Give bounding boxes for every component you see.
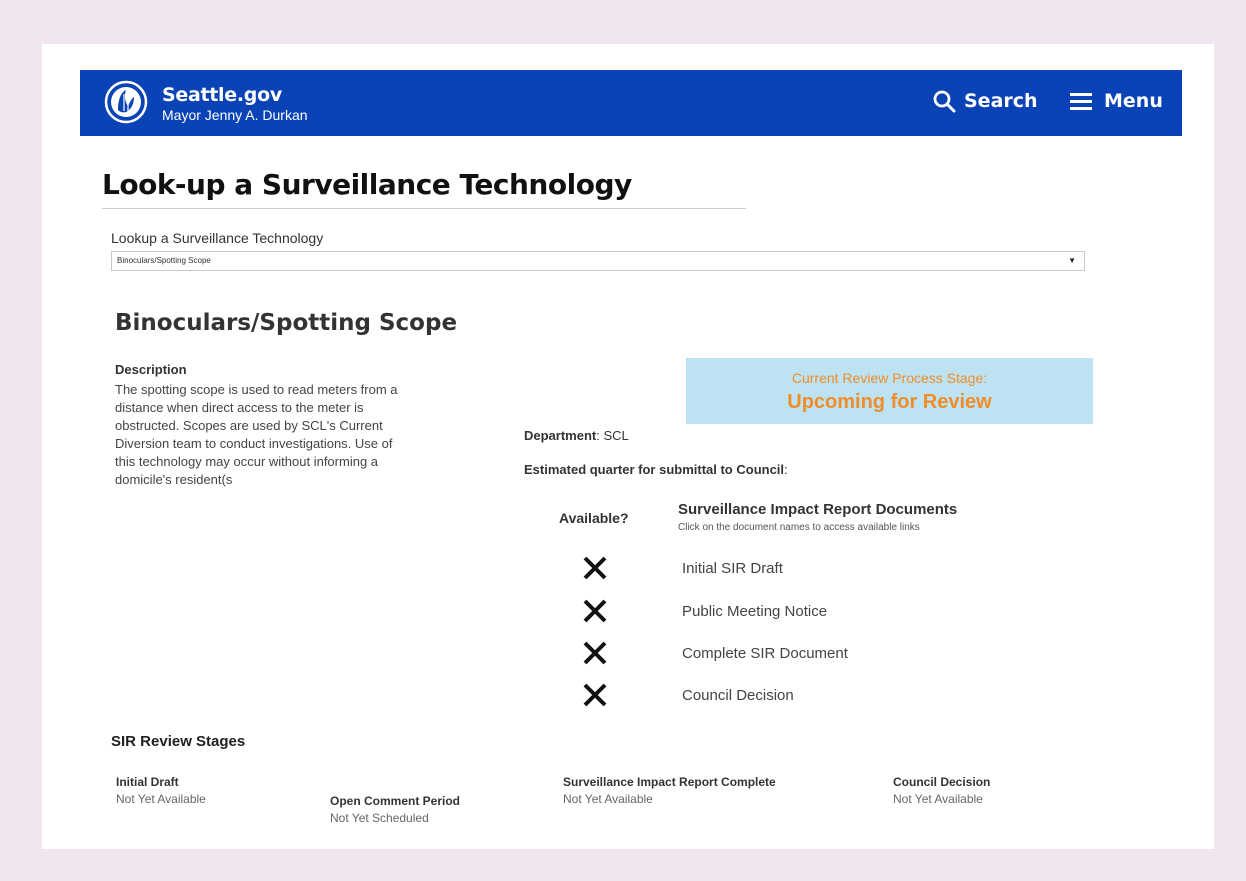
seattle-seal-logo-icon[interactable] <box>104 80 148 124</box>
not-available-x-icon <box>583 556 607 580</box>
documents-header: Surveillance Impact Report Documents <box>678 501 958 518</box>
not-available-x-icon <box>583 599 607 623</box>
stage-status: Not Yet Available <box>893 792 983 806</box>
stage-status: Not Yet Available <box>116 792 206 806</box>
review-stage-label: Current Review Process Stage: <box>791 370 988 386</box>
technology-select-value: Binoculars/Spotting Scope <box>117 256 211 265</box>
review-stage-value: Upcoming for Review <box>787 391 992 413</box>
hamburger-menu-icon <box>1070 93 1092 110</box>
stage-council-decision: Council Decision Not Yet Available <box>893 775 990 806</box>
stage-sir-complete: Surveillance Impact Report Complete Not … <box>563 775 776 806</box>
stage-title: Open Comment Period <box>330 794 461 808</box>
technology-select[interactable]: Binoculars/Spotting Scope ▼ <box>111 251 1085 271</box>
not-available-x-icon <box>583 683 607 707</box>
document-link-initial-sir-draft[interactable]: Initial SIR Draft <box>682 560 783 577</box>
dropdown-caret-icon: ▼ <box>1068 256 1076 265</box>
page-title: Look-up a Surveillance Technology <box>102 168 632 201</box>
review-stages-heading: SIR Review Stages <box>111 733 246 750</box>
quarter-value: : <box>784 462 788 477</box>
department-line: Department: SCL <box>524 428 629 443</box>
menu-button[interactable]: Menu <box>1070 86 1163 116</box>
stage-title: Surveillance Impact Report Complete <box>563 775 776 789</box>
menu-label: Menu <box>1104 90 1163 112</box>
quarter-line: Estimated quarter for submittal to Counc… <box>524 462 788 477</box>
document-link-public-meeting-notice[interactable]: Public Meeting Notice <box>682 603 827 620</box>
stage-open-comment-period: Open Comment Period Not Yet Scheduled <box>330 794 460 825</box>
description-heading: Description <box>115 362 187 377</box>
not-available-x-icon <box>583 641 607 665</box>
department-label: Department <box>524 428 597 443</box>
title-divider <box>102 208 746 209</box>
available-column-header: Available? <box>559 510 629 526</box>
search-label: Search <box>964 90 1038 112</box>
description-text: The spotting scope is used to read meter… <box>115 382 398 487</box>
department-value: : SCL <box>596 428 629 443</box>
documents-subheader: Click on the document names to access av… <box>678 522 920 533</box>
quarter-label: Estimated quarter for submittal to Counc… <box>524 462 785 477</box>
search-icon <box>933 90 956 113</box>
document-link-complete-sir-document[interactable]: Complete SIR Document <box>682 645 848 662</box>
stage-initial-draft: Initial Draft Not Yet Available <box>116 775 206 806</box>
lookup-label: Lookup a Surveillance Technology <box>111 230 324 246</box>
technology-title: Binoculars/Spotting Scope <box>115 310 458 336</box>
document-link-council-decision[interactable]: Council Decision <box>682 687 794 704</box>
brand-subtitle: Mayor Jenny A. Durkan <box>162 107 308 123</box>
stage-status: Not Yet Scheduled <box>330 811 429 825</box>
stage-title: Council Decision <box>893 775 991 789</box>
site-header: Seattle.gov Mayor Jenny A. Durkan Search… <box>80 70 1182 136</box>
brand-title[interactable]: Seattle.gov <box>162 84 282 106</box>
stage-title: Initial Draft <box>116 775 179 789</box>
review-stage-banner: Current Review Process Stage: Upcoming f… <box>686 358 1093 424</box>
search-button[interactable]: Search <box>932 86 1038 116</box>
stage-status: Not Yet Available <box>563 792 653 806</box>
